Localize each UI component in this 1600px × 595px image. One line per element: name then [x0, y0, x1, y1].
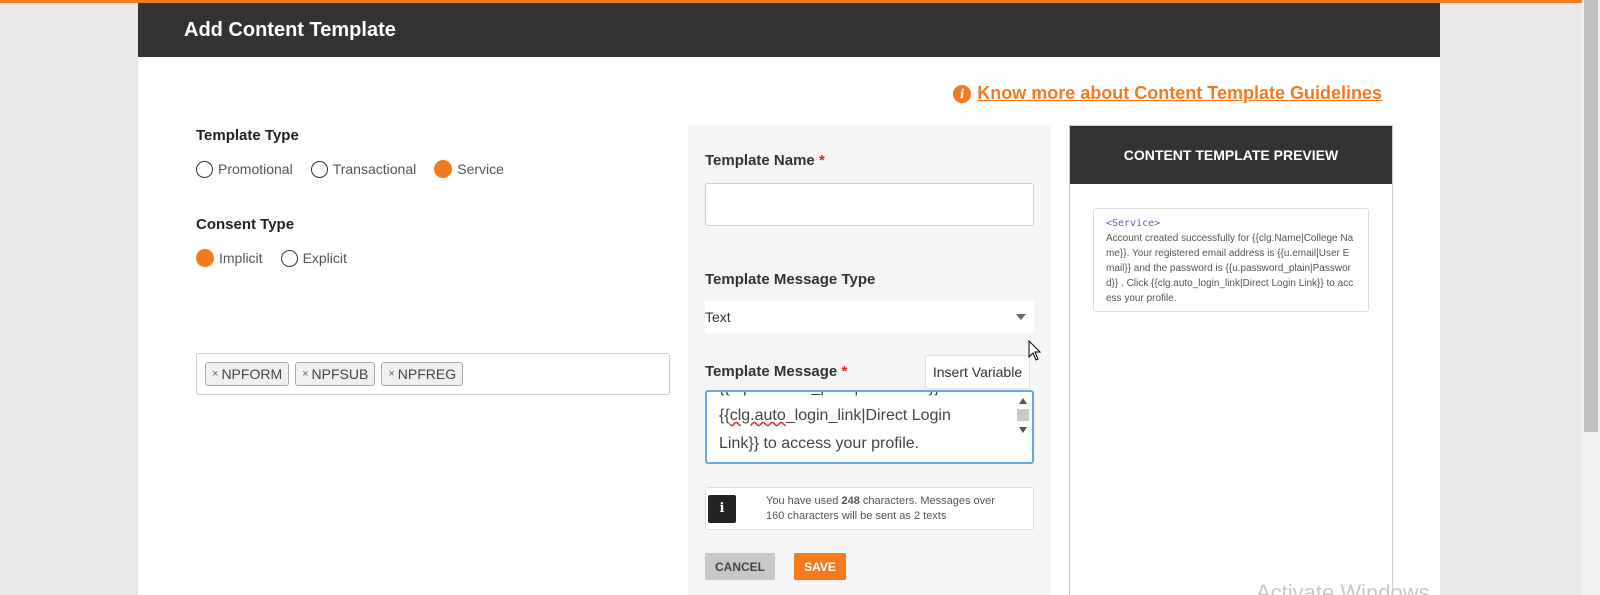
message-line: {{clg.auto_login_link|Direct Login [719, 402, 1010, 430]
tag-chip: × NPFSUB [295, 362, 376, 386]
radio-label: Implicit [219, 250, 263, 266]
template-name-input[interactable] [705, 183, 1034, 226]
insert-variable-button[interactable]: Insert Variable [925, 355, 1030, 389]
save-button[interactable]: SAVE [794, 553, 846, 580]
tag-label: NPFREG [397, 366, 457, 382]
radio-label: Promotional [218, 161, 293, 177]
radio-implicit[interactable]: Implicit [196, 249, 263, 267]
preview-message-card: <Service> Account created successfully f… [1093, 208, 1369, 312]
misspelled-text: clg.auto [729, 407, 786, 424]
text-fragment: _login_link|Direct Login [785, 407, 951, 424]
select-value: Text [705, 309, 731, 325]
page-scroll-thumb[interactable] [1584, 0, 1598, 432]
cancel-button[interactable]: CANCEL [705, 553, 775, 580]
remove-tag-icon[interactable]: × [302, 368, 308, 380]
mouse-cursor-icon [1028, 340, 1042, 361]
radio-circle[interactable] [196, 160, 213, 178]
preview-message-text: Account created successfully for {{clg.N… [1106, 233, 1354, 304]
tag-label: NPFSUB [311, 366, 369, 382]
label-text: Template Message [705, 363, 838, 380]
message-line: {{u.password_plain|Password}} . Click [719, 392, 1010, 402]
tags-input[interactable]: × NPFORM × NPFSUB × NPFREG [196, 353, 670, 395]
remove-tag-icon[interactable]: × [212, 368, 218, 380]
radio-transactional[interactable]: Transactional [310, 160, 417, 178]
scroll-down-icon[interactable] [1019, 427, 1027, 433]
guidelines-link-text[interactable]: Know more about Content Template Guideli… [977, 83, 1382, 104]
radio-service[interactable]: Service [434, 160, 504, 178]
radio-promotional[interactable]: Promotional [196, 160, 293, 178]
textarea-scrollbar[interactable] [1014, 392, 1032, 462]
scroll-thumb[interactable] [1017, 409, 1029, 421]
content-template-preview: CONTENT TEMPLATE PREVIEW <Service> Accou… [1069, 125, 1393, 595]
consent-type-radio-group: Implicit Explicit [196, 249, 670, 267]
required-mark: * [841, 363, 848, 380]
consent-type-label: Consent Type [196, 216, 295, 233]
remove-tag-icon[interactable]: × [388, 368, 394, 380]
template-settings: Template Type Promotional Transactional … [196, 127, 670, 267]
tag-label: NPFORM [221, 366, 283, 382]
template-message-textarea[interactable]: {{u.password_plain|Password}} . Click {{… [705, 390, 1034, 464]
character-count: 248 [841, 494, 860, 507]
radio-label: Transactional [332, 161, 417, 177]
template-type-radio-group: Promotional Transactional Service [196, 160, 670, 178]
modal-header: Add Content Template [138, 3, 1440, 57]
text-fragment: {{ [719, 407, 730, 424]
tag-chip: × NPFREG [381, 362, 464, 386]
tag-chip: × NPFORM [205, 362, 290, 386]
preview-header: CONTENT TEMPLATE PREVIEW [1070, 126, 1392, 184]
info-icon: i [708, 494, 736, 523]
message-type-select[interactable]: Text [705, 301, 1034, 333]
radio-circle[interactable] [310, 160, 328, 178]
add-content-template-modal: Add Content Template i Know more about C… [138, 3, 1440, 595]
template-type-label: Template Type [196, 127, 299, 144]
consent-type-block: Consent Type Implicit Explicit [196, 216, 670, 267]
template-message-label: Template Message * [705, 363, 847, 380]
radio-explicit[interactable]: Explicit [280, 249, 347, 267]
template-name-label: Template Name * [705, 152, 825, 169]
guidelines-link[interactable]: i Know more about Content Template Guide… [953, 83, 1382, 104]
chevron-down-icon [1016, 314, 1026, 320]
modal-title: Add Content Template [184, 18, 396, 41]
radio-circle-checked[interactable] [196, 249, 214, 267]
radio-label: Explicit [302, 250, 347, 266]
scroll-up-icon[interactable] [1019, 398, 1027, 404]
windows-activation-watermark: Activate Windows [1256, 580, 1430, 595]
radio-circle-checked[interactable] [434, 160, 453, 178]
character-count-text: You have used 248 characters. Messages o… [766, 494, 1006, 524]
radio-label: Service [457, 161, 504, 177]
text-fragment: You have used [766, 494, 839, 507]
label-text: Template Name [705, 152, 815, 169]
required-mark: * [818, 152, 825, 169]
character-count-info: i You have used 248 characters. Messages… [705, 487, 1034, 530]
radio-circle[interactable] [280, 249, 298, 267]
message-line: Link}} to access your profile. [719, 435, 920, 452]
info-icon: i [953, 84, 972, 103]
message-type-label: Template Message Type [705, 271, 876, 288]
preview-type-tag: <Service> [1106, 218, 1161, 229]
template-form-panel: Template Name * Template Message Type Te… [688, 125, 1051, 595]
